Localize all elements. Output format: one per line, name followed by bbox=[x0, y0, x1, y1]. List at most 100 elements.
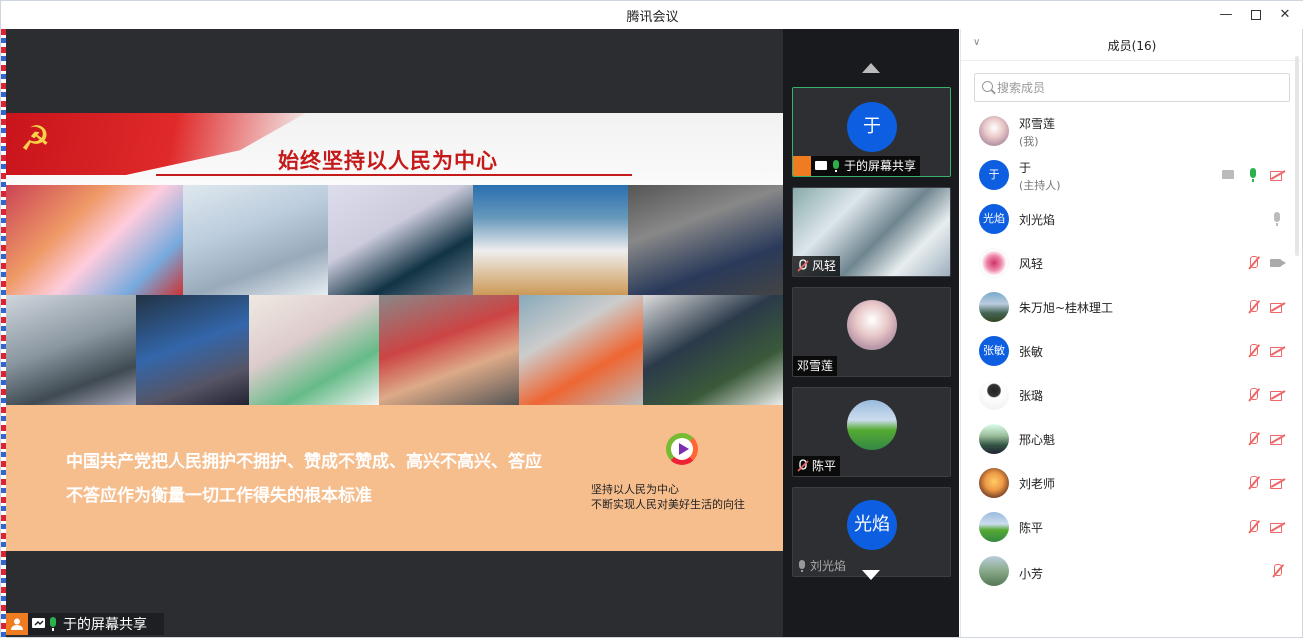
shared-slide: ☭ 始终坚持以人民为中心 中国共产党把人民拥护不拥护、赞成不赞成、高兴不高兴、答… bbox=[6, 113, 783, 551]
camera-off-icon[interactable] bbox=[1270, 167, 1286, 183]
member-row[interactable]: 张璐 bbox=[961, 373, 1303, 417]
tile-name: 于的屏幕共享 bbox=[844, 159, 917, 173]
user-icon bbox=[6, 613, 28, 635]
party-emblem-icon: ☭ bbox=[20, 119, 51, 159]
tile-label-bar: 刘光焰 bbox=[793, 556, 850, 576]
members-header: ∨ 成员(16) bbox=[961, 29, 1303, 61]
screen-share-icon bbox=[1221, 167, 1237, 183]
photo-factory-worker bbox=[136, 295, 249, 405]
member-name: 刘光焰 bbox=[1019, 213, 1056, 227]
avatar: 于 bbox=[979, 160, 1009, 190]
avatar bbox=[979, 116, 1009, 146]
member-row[interactable]: 光焰 刘光焰 bbox=[961, 197, 1303, 241]
tile-label-bar: 风轻 bbox=[793, 256, 841, 276]
avatar: 光焰 bbox=[979, 204, 1009, 234]
slogan-line-2: 不断实现人民对美好生活的向往 bbox=[591, 498, 745, 511]
member-name: 邢心魁 bbox=[1019, 433, 1056, 447]
slide-quote-band: 中国共产党把人民拥护不拥护、赞成不赞成、高兴不高兴、答应 不答应作为衡量一切工作… bbox=[6, 405, 783, 551]
video-tile[interactable]: 于 于的屏幕共享 bbox=[792, 87, 951, 177]
member-row[interactable]: 于 于 (主持人) bbox=[961, 153, 1303, 197]
mic-muted-icon[interactable] bbox=[1246, 299, 1262, 315]
red-flag-banner bbox=[6, 113, 306, 175]
minimize-button[interactable]: — bbox=[1215, 5, 1237, 25]
avatar bbox=[979, 512, 1009, 542]
tile-name: 陈平 bbox=[812, 459, 837, 473]
avatar: 张敏 bbox=[979, 336, 1009, 366]
member-name: 张敏 bbox=[1019, 345, 1044, 359]
member-row[interactable]: 朱万旭~桂林理工 bbox=[961, 285, 1303, 329]
photo-nurses bbox=[183, 185, 328, 295]
photo-children bbox=[6, 185, 183, 295]
photo-control-room bbox=[628, 185, 783, 295]
tile-label-bar: 陈平 bbox=[793, 456, 841, 476]
members-scrollbar[interactable] bbox=[1295, 56, 1299, 256]
logo-icon bbox=[666, 433, 698, 465]
camera-off-icon[interactable] bbox=[1270, 519, 1286, 535]
slide-header: ☭ 始终坚持以人民为中心 bbox=[6, 113, 783, 185]
member-row[interactable]: 陈平 bbox=[961, 505, 1303, 549]
member-name: 邓雪莲 bbox=[1019, 117, 1056, 131]
member-row[interactable]: 小芳 bbox=[961, 549, 1303, 589]
photo-police-office bbox=[328, 185, 473, 295]
title-bar: 腾讯会议 — ✕ bbox=[1, 1, 1303, 29]
member-search[interactable] bbox=[974, 73, 1290, 102]
maximize-button[interactable] bbox=[1245, 5, 1267, 25]
member-row[interactable]: 邢心魁 bbox=[961, 417, 1303, 461]
screen-share-icon bbox=[32, 618, 45, 628]
meeting-window: 腾讯会议 — ✕ ☭ 始终坚持以人民为中心 中国共产党把人民拥护不拥护、赞成不赞… bbox=[0, 0, 1303, 639]
screen-share-icon bbox=[815, 161, 827, 170]
avatar bbox=[979, 424, 1009, 454]
shared-screen-area[interactable]: ☭ 始终坚持以人民为中心 中国共产党把人民拥护不拥护、赞成不赞成、高兴不高兴、答… bbox=[6, 29, 783, 637]
scroll-up-button[interactable] bbox=[862, 63, 880, 73]
search-input[interactable] bbox=[997, 79, 1277, 97]
member-row[interactable]: 刘老师 bbox=[961, 461, 1303, 505]
member-name: 小芳 bbox=[1019, 567, 1044, 581]
member-name: 朱万旭~桂林理工 bbox=[1019, 301, 1114, 315]
camera-icon[interactable] bbox=[1270, 255, 1286, 271]
video-tile[interactable]: 风轻 bbox=[792, 187, 951, 277]
avatar: 光焰 bbox=[847, 500, 897, 550]
photo-sanitation-worker bbox=[519, 295, 643, 405]
video-tile[interactable]: 邓雪莲 bbox=[792, 287, 951, 377]
mic-icon bbox=[799, 560, 805, 572]
scroll-down-button[interactable] bbox=[862, 570, 880, 580]
tile-name: 邓雪莲 bbox=[797, 359, 834, 373]
avatar: 于 bbox=[847, 102, 897, 152]
window-title: 腾讯会议 bbox=[626, 10, 679, 25]
avatar bbox=[979, 292, 1009, 322]
mic-muted-icon[interactable] bbox=[1246, 387, 1262, 403]
close-button[interactable]: ✕ bbox=[1274, 5, 1296, 25]
member-row[interactable]: 张敏 张敏 bbox=[961, 329, 1303, 373]
mic-muted-icon bbox=[797, 459, 809, 472]
member-row[interactable]: 邓雪莲 (我) bbox=[961, 109, 1303, 153]
member-name: 风轻 bbox=[1019, 257, 1044, 271]
video-tile[interactable]: 光焰 刘光焰 bbox=[792, 487, 951, 577]
video-strip: 于 于的屏幕共享 风轻 邓雪莲 陈平 光焰 刘光焰 bbox=[783, 29, 959, 637]
mic-muted-icon[interactable] bbox=[1246, 343, 1262, 359]
user-icon bbox=[793, 156, 811, 176]
members-title: 成员(16) bbox=[1107, 39, 1157, 53]
photo-delivery-worker bbox=[379, 295, 519, 405]
video-tile[interactable]: 陈平 bbox=[792, 387, 951, 477]
photo-scientist bbox=[249, 295, 379, 405]
mic-on-icon[interactable] bbox=[1246, 167, 1262, 183]
screen-share-label: 于的屏幕共享 bbox=[63, 617, 147, 633]
mic-muted-icon[interactable] bbox=[1246, 255, 1262, 271]
camera-off-icon[interactable] bbox=[1270, 387, 1286, 403]
member-row[interactable]: 风轻 bbox=[961, 241, 1303, 285]
camera-off-icon[interactable] bbox=[1270, 343, 1286, 359]
avatar bbox=[979, 468, 1009, 498]
member-name: 陈平 bbox=[1019, 521, 1044, 535]
camera-off-icon[interactable] bbox=[1270, 431, 1286, 447]
mic-icon[interactable] bbox=[1270, 211, 1286, 227]
mic-muted-icon[interactable] bbox=[1270, 563, 1286, 579]
tile-label-bar: 邓雪莲 bbox=[793, 356, 838, 376]
mic-on-icon bbox=[50, 617, 56, 631]
camera-off-icon[interactable] bbox=[1270, 475, 1286, 491]
mic-muted-icon bbox=[797, 259, 809, 272]
camera-off-icon[interactable] bbox=[1270, 299, 1286, 315]
member-role: (我) bbox=[1019, 135, 1039, 148]
mic-muted-icon[interactable] bbox=[1246, 475, 1262, 491]
mic-muted-icon[interactable] bbox=[1246, 519, 1262, 535]
mic-muted-icon[interactable] bbox=[1246, 431, 1262, 447]
